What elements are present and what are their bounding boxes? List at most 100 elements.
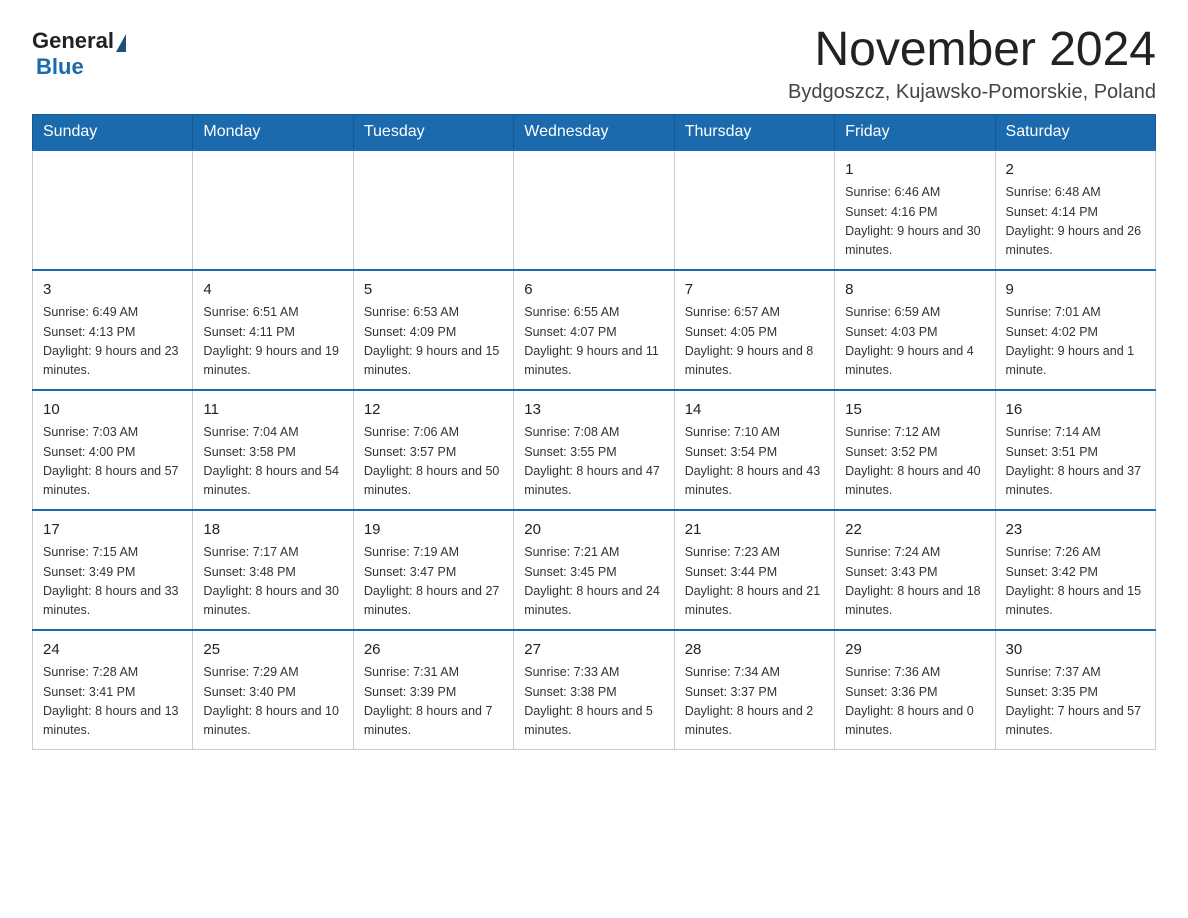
calendar-cell: 2Sunrise: 6:48 AM Sunset: 4:14 PM Daylig… [995, 150, 1155, 270]
day-info: Sunrise: 7:10 AM Sunset: 3:54 PM Dayligh… [685, 423, 824, 501]
day-info: Sunrise: 7:21 AM Sunset: 3:45 PM Dayligh… [524, 543, 663, 621]
calendar-cell: 21Sunrise: 7:23 AM Sunset: 3:44 PM Dayli… [674, 510, 834, 630]
day-info: Sunrise: 7:08 AM Sunset: 3:55 PM Dayligh… [524, 423, 663, 501]
day-number: 12 [364, 399, 503, 422]
day-number: 26 [364, 639, 503, 662]
calendar-cell: 20Sunrise: 7:21 AM Sunset: 3:45 PM Dayli… [514, 510, 674, 630]
day-number: 3 [43, 279, 182, 302]
day-info: Sunrise: 7:37 AM Sunset: 3:35 PM Dayligh… [1006, 663, 1145, 741]
day-info: Sunrise: 6:57 AM Sunset: 4:05 PM Dayligh… [685, 303, 824, 381]
day-number: 22 [845, 519, 984, 542]
calendar-week-row: 3Sunrise: 6:49 AM Sunset: 4:13 PM Daylig… [33, 270, 1156, 390]
day-info: Sunrise: 7:19 AM Sunset: 3:47 PM Dayligh… [364, 543, 503, 621]
logo-blue-text: Blue [32, 54, 84, 80]
calendar-cell [33, 150, 193, 270]
logo: General Blue [32, 24, 128, 80]
day-number: 14 [685, 399, 824, 422]
day-number: 13 [524, 399, 663, 422]
day-number: 9 [1006, 279, 1145, 302]
calendar-cell: 1Sunrise: 6:46 AM Sunset: 4:16 PM Daylig… [835, 150, 995, 270]
weekday-header-wednesday: Wednesday [514, 114, 674, 150]
day-number: 1 [845, 159, 984, 182]
calendar-cell: 27Sunrise: 7:33 AM Sunset: 3:38 PM Dayli… [514, 630, 674, 750]
weekday-header-saturday: Saturday [995, 114, 1155, 150]
day-info: Sunrise: 7:12 AM Sunset: 3:52 PM Dayligh… [845, 423, 984, 501]
day-info: Sunrise: 7:14 AM Sunset: 3:51 PM Dayligh… [1006, 423, 1145, 501]
day-number: 5 [364, 279, 503, 302]
calendar-week-row: 24Sunrise: 7:28 AM Sunset: 3:41 PM Dayli… [33, 630, 1156, 750]
day-info: Sunrise: 7:26 AM Sunset: 3:42 PM Dayligh… [1006, 543, 1145, 621]
weekday-header-row: SundayMondayTuesdayWednesdayThursdayFrid… [33, 114, 1156, 150]
calendar-body: 1Sunrise: 6:46 AM Sunset: 4:16 PM Daylig… [33, 150, 1156, 750]
page-header: General Blue November 2024 Bydgoszcz, Ku… [32, 24, 1156, 104]
calendar-cell [674, 150, 834, 270]
calendar-cell: 24Sunrise: 7:28 AM Sunset: 3:41 PM Dayli… [33, 630, 193, 750]
calendar-cell: 28Sunrise: 7:34 AM Sunset: 3:37 PM Dayli… [674, 630, 834, 750]
day-info: Sunrise: 6:55 AM Sunset: 4:07 PM Dayligh… [524, 303, 663, 381]
calendar-cell: 17Sunrise: 7:15 AM Sunset: 3:49 PM Dayli… [33, 510, 193, 630]
day-info: Sunrise: 7:06 AM Sunset: 3:57 PM Dayligh… [364, 423, 503, 501]
day-number: 11 [203, 399, 342, 422]
calendar-cell: 18Sunrise: 7:17 AM Sunset: 3:48 PM Dayli… [193, 510, 353, 630]
day-number: 15 [845, 399, 984, 422]
day-info: Sunrise: 7:31 AM Sunset: 3:39 PM Dayligh… [364, 663, 503, 741]
title-area: November 2024 Bydgoszcz, Kujawsko-Pomors… [788, 24, 1156, 104]
calendar-week-row: 1Sunrise: 6:46 AM Sunset: 4:16 PM Daylig… [33, 150, 1156, 270]
day-number: 27 [524, 639, 663, 662]
day-info: Sunrise: 7:15 AM Sunset: 3:49 PM Dayligh… [43, 543, 182, 621]
day-number: 2 [1006, 159, 1145, 182]
day-info: Sunrise: 7:36 AM Sunset: 3:36 PM Dayligh… [845, 663, 984, 741]
day-number: 6 [524, 279, 663, 302]
calendar-header: SundayMondayTuesdayWednesdayThursdayFrid… [33, 114, 1156, 150]
calendar-cell: 12Sunrise: 7:06 AM Sunset: 3:57 PM Dayli… [353, 390, 513, 510]
day-number: 25 [203, 639, 342, 662]
day-info: Sunrise: 6:59 AM Sunset: 4:03 PM Dayligh… [845, 303, 984, 381]
calendar-cell: 22Sunrise: 7:24 AM Sunset: 3:43 PM Dayli… [835, 510, 995, 630]
calendar-cell: 23Sunrise: 7:26 AM Sunset: 3:42 PM Dayli… [995, 510, 1155, 630]
calendar-table: SundayMondayTuesdayWednesdayThursdayFrid… [32, 114, 1156, 750]
calendar-cell: 15Sunrise: 7:12 AM Sunset: 3:52 PM Dayli… [835, 390, 995, 510]
weekday-header-sunday: Sunday [33, 114, 193, 150]
calendar-cell [353, 150, 513, 270]
calendar-cell: 26Sunrise: 7:31 AM Sunset: 3:39 PM Dayli… [353, 630, 513, 750]
calendar-cell: 7Sunrise: 6:57 AM Sunset: 4:05 PM Daylig… [674, 270, 834, 390]
day-number: 18 [203, 519, 342, 542]
day-info: Sunrise: 7:23 AM Sunset: 3:44 PM Dayligh… [685, 543, 824, 621]
weekday-header-thursday: Thursday [674, 114, 834, 150]
day-number: 19 [364, 519, 503, 542]
calendar-cell: 19Sunrise: 7:19 AM Sunset: 3:47 PM Dayli… [353, 510, 513, 630]
calendar-cell: 16Sunrise: 7:14 AM Sunset: 3:51 PM Dayli… [995, 390, 1155, 510]
calendar-cell [193, 150, 353, 270]
day-number: 30 [1006, 639, 1145, 662]
day-number: 20 [524, 519, 663, 542]
day-info: Sunrise: 6:49 AM Sunset: 4:13 PM Dayligh… [43, 303, 182, 381]
day-info: Sunrise: 6:48 AM Sunset: 4:14 PM Dayligh… [1006, 183, 1145, 261]
calendar-cell: 8Sunrise: 6:59 AM Sunset: 4:03 PM Daylig… [835, 270, 995, 390]
logo-general-text: General [32, 28, 114, 54]
calendar-cell: 5Sunrise: 6:53 AM Sunset: 4:09 PM Daylig… [353, 270, 513, 390]
calendar-week-row: 10Sunrise: 7:03 AM Sunset: 4:00 PM Dayli… [33, 390, 1156, 510]
weekday-header-friday: Friday [835, 114, 995, 150]
day-number: 21 [685, 519, 824, 542]
month-title: November 2024 [788, 24, 1156, 77]
day-info: Sunrise: 7:04 AM Sunset: 3:58 PM Dayligh… [203, 423, 342, 501]
calendar-cell: 13Sunrise: 7:08 AM Sunset: 3:55 PM Dayli… [514, 390, 674, 510]
calendar-week-row: 17Sunrise: 7:15 AM Sunset: 3:49 PM Dayli… [33, 510, 1156, 630]
day-info: Sunrise: 7:33 AM Sunset: 3:38 PM Dayligh… [524, 663, 663, 741]
calendar-cell: 25Sunrise: 7:29 AM Sunset: 3:40 PM Dayli… [193, 630, 353, 750]
logo-arrow-icon [116, 34, 126, 52]
day-info: Sunrise: 6:53 AM Sunset: 4:09 PM Dayligh… [364, 303, 503, 381]
day-info: Sunrise: 7:24 AM Sunset: 3:43 PM Dayligh… [845, 543, 984, 621]
day-info: Sunrise: 7:29 AM Sunset: 3:40 PM Dayligh… [203, 663, 342, 741]
calendar-cell: 29Sunrise: 7:36 AM Sunset: 3:36 PM Dayli… [835, 630, 995, 750]
day-number: 16 [1006, 399, 1145, 422]
location-subtitle: Bydgoszcz, Kujawsko-Pomorskie, Poland [788, 81, 1156, 104]
calendar-cell: 11Sunrise: 7:04 AM Sunset: 3:58 PM Dayli… [193, 390, 353, 510]
calendar-cell [514, 150, 674, 270]
calendar-cell: 30Sunrise: 7:37 AM Sunset: 3:35 PM Dayli… [995, 630, 1155, 750]
day-info: Sunrise: 7:17 AM Sunset: 3:48 PM Dayligh… [203, 543, 342, 621]
day-number: 23 [1006, 519, 1145, 542]
calendar-cell: 6Sunrise: 6:55 AM Sunset: 4:07 PM Daylig… [514, 270, 674, 390]
calendar-cell: 14Sunrise: 7:10 AM Sunset: 3:54 PM Dayli… [674, 390, 834, 510]
weekday-header-tuesday: Tuesday [353, 114, 513, 150]
